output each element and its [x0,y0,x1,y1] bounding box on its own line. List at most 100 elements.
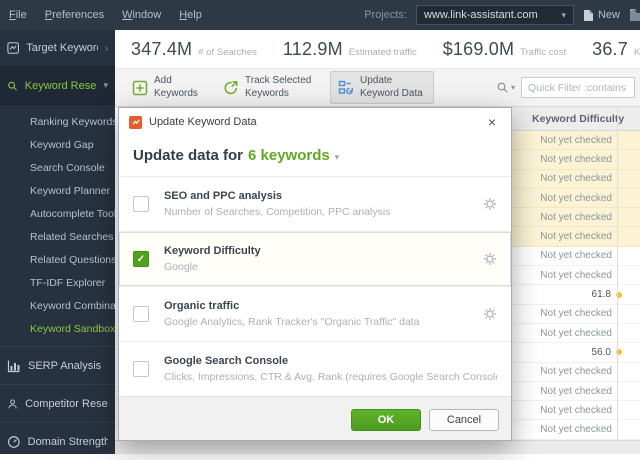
status-footer [115,440,640,454]
cancel-button[interactable]: Cancel [429,409,499,431]
menu-window[interactable]: Window [113,9,170,21]
bar-chart-icon [7,360,20,372]
add-keywords-button[interactable]: Add Keywords [124,71,210,104]
sidebar-item-autocomplete-tools[interactable]: Autocomplete Tools [0,203,115,226]
sidebar-item-target-keywords[interactable]: Target Keywords › [0,30,115,67]
sidebar-item-label: Competitor Research [25,397,108,410]
sidebar-item-keyword-sandbox[interactable]: Keyword Sandbox [0,318,115,341]
table-row[interactable]: Not yet checked [512,381,640,402]
sidebar-item-ranking-keywords[interactable]: Ranking Keywords [0,111,115,134]
table-row[interactable]: Not yet checked [512,246,640,267]
open-project-icon[interactable] [629,8,640,22]
search-icon [497,82,508,93]
table-row[interactable]: Not yet checked [512,150,640,170]
stat-estimated-traffic: 112.9M Estimated traffic [283,39,417,60]
update-keyword-data-button[interactable]: Update Keyword Data [330,71,434,104]
sidebar-item-keyword-gap[interactable]: Keyword Gap [0,134,115,157]
sidebar-item-label: SERP Analysis [28,359,102,372]
close-icon[interactable]: × [483,113,501,131]
filter-search-button[interactable]: ▾ [496,81,515,94]
stat-traffic-cost: $169.0M Traffic cost [443,39,566,60]
ok-button[interactable]: OK [351,409,421,431]
menu-file[interactable]: File [0,9,36,21]
sidebar-item-tfidf-explorer[interactable]: TF-IDF Explorer [0,272,115,295]
search-icon [8,81,18,91]
option-subtitle: Google [164,261,198,273]
stat-value: 347.4M [131,38,193,59]
sidebar-item-competitor-research[interactable]: Competitor Research [0,384,115,422]
keyword-table: Keyword Difficulty Not yet checked Not y… [512,107,640,440]
new-label: New [597,9,620,21]
quick-filter-input[interactable] [521,77,635,98]
dialog-title: Update Keyword Data [149,116,257,128]
option-title: Organic traffic [164,300,240,312]
chevron-down-icon: ▾ [334,152,340,162]
checkbox-unchecked[interactable] [133,306,149,322]
stat-label: Keyword difficulty [633,46,640,58]
checkbox-unchecked[interactable] [133,361,149,377]
new-document-icon [583,9,593,21]
menu-help[interactable]: Help [170,9,211,21]
menu-preferences[interactable]: Preferences [36,9,113,21]
sidebar-item-keyword-research[interactable]: Keyword Research ▾ [0,67,115,105]
update-data-icon [338,80,353,94]
sidebar-item-keyword-planner[interactable]: Keyword Planner [0,180,115,203]
gear-icon[interactable] [483,197,497,211]
option-title: Google Search Console [164,355,289,367]
chevron-down-icon: ▾ [103,80,108,90]
sidebar-item-related-questions[interactable]: Related Questions [0,249,115,272]
table-row[interactable]: Not yet checked [512,208,640,228]
table-row[interactable]: Not yet checked [512,131,640,151]
table-row[interactable]: 61.8 [512,285,640,305]
difficulty-value: 56.0 [591,346,611,358]
toolbar: Add Keywords Track Selected Keywords Upd… [115,68,640,107]
sidebar: Target Keywords › Keyword Research ▾ Ran… [0,30,115,454]
option-subtitle: Google Analytics, Rank Tracker's "Organi… [164,316,420,328]
stats-bar: 347.4M # of Searches 112.9M Estimated tr… [115,30,640,68]
table-row[interactable]: Not yet checked [512,188,640,209]
stat-keyword-difficulty: 36.7 Keyword difficulty [592,39,640,60]
table-row[interactable]: Not yet checked [512,169,640,189]
gear-icon[interactable] [483,307,497,321]
table-row[interactable]: Not yet checked [512,304,640,324]
checkbox-checked[interactable]: ✓ [133,251,149,267]
sidebar-item-domain-strength[interactable]: Domain Strength [0,422,115,460]
option-organic-traffic[interactable]: Organic traffic Google Analytics, Rank T… [119,286,511,341]
table-row[interactable]: 56.0 [512,343,640,363]
table-row[interactable]: Not yet checked [512,401,640,421]
sidebar-item-keyword-combinations[interactable]: Keyword Combinations [0,295,115,318]
table-row[interactable]: Not yet checked [512,227,640,247]
new-project-button[interactable]: New [583,9,620,22]
gauge-icon [7,435,20,448]
button-label: Update Keyword Data [360,75,423,99]
column-header-keyword-difficulty[interactable]: Keyword Difficulty [512,107,640,131]
table-row[interactable]: Not yet checked [512,362,640,382]
option-seo-ppc-analysis[interactable]: SEO and PPC analysis Number of Searches,… [119,176,511,231]
option-subtitle: Number of Searches, Competition, PPC ana… [164,206,391,218]
sidebar-item-label: Target Keywords [26,42,98,54]
table-row[interactable]: Not yet checked [512,266,640,286]
table-row[interactable]: Not yet checked [512,420,640,440]
sidebar-item-related-searches[interactable]: Related Searches [0,226,115,249]
option-keyword-difficulty[interactable]: ✓ Keyword Difficulty Google [119,231,511,286]
option-google-search-console[interactable]: Google Search Console Clicks, Impression… [119,341,511,396]
option-subtitle: Clicks, Impressions, CTR & Avg. Rank (re… [164,371,497,383]
heading-text: Update data for [133,147,244,164]
option-title: SEO and PPC analysis [164,190,282,202]
option-title: Keyword Difficulty [164,245,261,257]
keyword-count-dropdown[interactable]: 6 keywords [248,147,330,164]
stat-value: 112.9M [282,38,343,59]
rank-tracker-app-icon [129,115,142,129]
table-row[interactable]: Not yet checked [512,323,640,344]
sidebar-item-search-console[interactable]: Search Console [0,157,115,180]
stat-value: $169.0M [442,38,515,59]
stat-value: 36.7 [592,38,628,59]
dialog-titlebar: Update Keyword Data × [119,108,511,136]
gear-icon[interactable] [483,252,497,266]
project-select[interactable]: www.link-assistant.com ▾ [415,5,574,25]
sidebar-item-serp-analysis[interactable]: SERP Analysis [0,346,115,384]
sidebar-item-label: Domain Strength [27,435,108,448]
track-selected-keywords-button[interactable]: Track Selected Keywords [215,71,325,104]
checkbox-unchecked[interactable] [133,196,149,212]
stat-searches: 347.4M # of Searches [131,39,257,60]
